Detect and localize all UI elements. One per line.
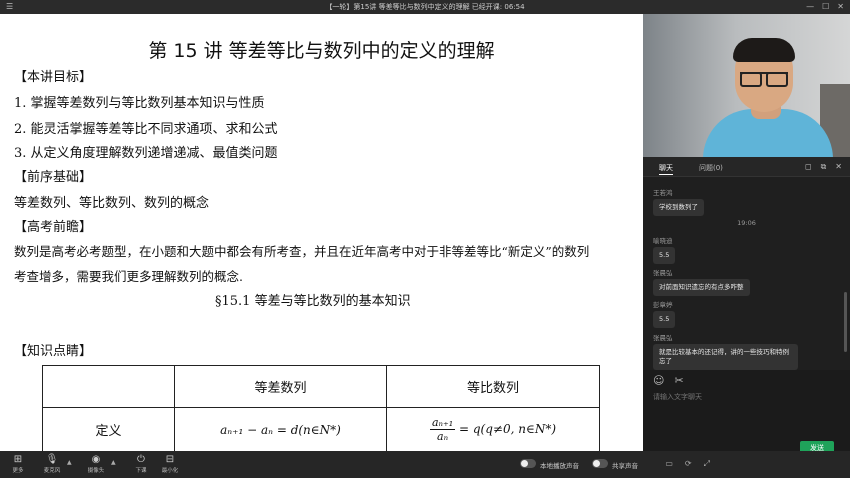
leave-button[interactable]: ⏻ 下课 bbox=[127, 454, 155, 474]
slide-title: 第 15 讲 等差等比与数列中的定义的理解 bbox=[148, 40, 495, 62]
objective-item: 3. 从定义角度理解数列递增递减、最值类问题 bbox=[14, 146, 278, 161]
more-button[interactable]: ⊞ 更多 bbox=[4, 454, 32, 474]
local-audio-toggle[interactable] bbox=[520, 459, 536, 468]
emoji-icon[interactable]: ☺ bbox=[653, 374, 664, 387]
grid-icon: ⊞ bbox=[13, 454, 23, 465]
chat-tabs: 聊天 问题(0) ◻ ⧉ ✕ bbox=[643, 157, 850, 177]
fraction-denominator: aₙ bbox=[437, 430, 449, 443]
message-bubble: 5.5 bbox=[653, 247, 676, 264]
message-bubble: 5.5 bbox=[653, 311, 676, 328]
minimize-label: 最小化 bbox=[161, 468, 179, 474]
message-sender: 张晨弘 bbox=[653, 269, 673, 277]
camera-button[interactable]: ◉ 摄像头 bbox=[82, 454, 110, 474]
minimize-icon: ⊟ bbox=[165, 454, 175, 465]
share-audio-label: 共享声音 bbox=[612, 462, 638, 470]
exam-text-line2: 考查增多，需要我们更多理解数列的概念. bbox=[14, 269, 243, 284]
scissors-icon[interactable]: ✂ bbox=[674, 374, 683, 387]
chat-input-area: ☺ ✂ 发送 bbox=[643, 370, 850, 455]
minimize-button[interactable]: ⊟ 最小化 bbox=[156, 454, 184, 474]
window-controls: — ☐ ✕ bbox=[806, 2, 844, 11]
minimize-window-icon[interactable]: — bbox=[806, 2, 814, 11]
mic-label: 麦克风 bbox=[43, 468, 61, 474]
message-bubble: 对前面知识遗忘的有点多咋整 bbox=[653, 279, 750, 296]
bottom-toolbar: ⊞ 更多 🎙 麦克风 ▲ ◉ 摄像头 ▲ ⏻ 下课 ⊟ 最小化 本地播放声音 共… bbox=[0, 451, 850, 478]
table-header-geometric: 等比数列 bbox=[386, 365, 600, 408]
message-sender: 王若鸿 bbox=[653, 189, 673, 197]
geometric-rest: = q(q≠0, n∈N*) bbox=[455, 422, 557, 436]
chat-scrollbar[interactable] bbox=[844, 292, 847, 352]
window-title: 【一轮】第15讲 等差等比与数列中定义的理解 已经开课: 06:54 bbox=[325, 3, 525, 11]
teacher-video bbox=[643, 14, 850, 157]
leave-label: 下课 bbox=[135, 468, 147, 474]
message-bubble: 就是比较基本的还记得，讲的一些技巧和特例忘了 bbox=[653, 344, 798, 370]
collapse-icon[interactable]: ▭ bbox=[665, 459, 673, 469]
teacher-hair bbox=[733, 38, 795, 62]
camera-icon: ◉ bbox=[91, 454, 101, 465]
tab-chat[interactable]: 聊天 bbox=[659, 163, 673, 175]
menu-icon[interactable]: ☰ bbox=[6, 3, 13, 11]
knowledge-table: 等差数列 等比数列 定义 aₙ₊₁ − aₙ = d(n∈N*) aₙ₊₁ aₙ… bbox=[42, 365, 600, 451]
exam-heading: 【高考前瞻】 bbox=[14, 220, 93, 235]
mic-button[interactable]: 🎙 麦克风 bbox=[38, 454, 66, 474]
window-titlebar: ☰ 【一轮】第15讲 等差等比与数列中定义的理解 已经开课: 06:54 — ☐… bbox=[0, 0, 850, 14]
shared-slide: 第 15 讲 等差等比与数列中的定义的理解 【本讲目标】 1. 掌握等差数列与等… bbox=[0, 14, 643, 451]
objectives-heading: 【本讲目标】 bbox=[14, 70, 93, 85]
geometric-fraction: aₙ₊₁ aₙ bbox=[429, 416, 456, 443]
chat-bubble-icon[interactable]: ◻ bbox=[805, 162, 812, 172]
close-chat-icon[interactable]: ✕ bbox=[835, 162, 842, 172]
mic-caret-icon[interactable]: ▲ bbox=[67, 459, 72, 466]
table-header-empty bbox=[42, 365, 175, 408]
toolbar-right-icons: ▭ ⟳ ⤢ bbox=[665, 459, 710, 469]
camera-caret-icon[interactable]: ▲ bbox=[111, 459, 116, 466]
time-separator: 19:06 bbox=[737, 219, 756, 227]
teacher-glasses bbox=[740, 72, 788, 87]
share-audio-toggle[interactable] bbox=[592, 459, 608, 468]
close-window-icon[interactable]: ✕ bbox=[837, 2, 844, 11]
message-bubble: 学校到数列了 bbox=[653, 199, 704, 216]
geometric-definition: aₙ₊₁ aₙ = q(q≠0, n∈N*) bbox=[386, 407, 600, 451]
prereq-heading: 【前序基础】 bbox=[14, 170, 93, 185]
tab-questions[interactable]: 问题(0) bbox=[699, 163, 723, 173]
knowledge-heading: 【知识点睛】 bbox=[14, 344, 93, 359]
message-sender: 张晨弘 bbox=[653, 334, 673, 342]
exam-text-line1: 数列是高考必考题型，在小题和大题中都会有所考查，并且在近年高考中对于非等差等比“… bbox=[14, 244, 590, 259]
objective-item: 2. 能灵活掌握等差等比不同求通项、求和公式 bbox=[14, 122, 278, 137]
chat-input[interactable] bbox=[653, 390, 833, 404]
local-audio-label: 本地播放声音 bbox=[540, 462, 579, 470]
microphone-icon: 🎙 bbox=[45, 454, 59, 465]
message-sender: 喻晓迪 bbox=[653, 237, 673, 245]
power-icon: ⏻ bbox=[137, 454, 145, 465]
objective-item: 1. 掌握等差数列与等比数列基本知识与性质 bbox=[14, 96, 265, 111]
more-label: 更多 bbox=[12, 468, 24, 474]
chat-tools: ☺ ✂ bbox=[653, 374, 684, 387]
arithmetic-definition: aₙ₊₁ − aₙ = d(n∈N*) bbox=[174, 407, 387, 451]
popout-icon[interactable]: ⧉ bbox=[821, 162, 827, 172]
maximize-window-icon[interactable]: ☐ bbox=[822, 2, 829, 11]
fullscreen-icon[interactable]: ⤢ bbox=[704, 459, 710, 469]
table-header-arithmetic: 等差数列 bbox=[174, 365, 387, 408]
table-row-label: 定义 bbox=[42, 407, 175, 451]
fraction-numerator: aₙ₊₁ bbox=[429, 416, 456, 430]
chat-messages[interactable]: 王若鸿 学校到数列了 19:06 喻晓迪 5.5 张晨弘 对前面知识遗忘的有点多… bbox=[643, 177, 850, 370]
section-title: §15.1 等差与等比数列的基本知识 bbox=[215, 294, 411, 309]
message-sender: 彭章婷 bbox=[653, 301, 673, 309]
chat-tab-icons: ◻ ⧉ ✕ bbox=[805, 162, 842, 172]
camera-label: 摄像头 bbox=[87, 468, 105, 474]
chat-panel: 聊天 问题(0) ◻ ⧉ ✕ 王若鸿 学校到数列了 19:06 喻晓迪 5.5 … bbox=[643, 157, 850, 455]
prereq-text: 等差数列、等比数列、数列的概念 bbox=[14, 196, 210, 211]
refresh-icon[interactable]: ⟳ bbox=[685, 459, 692, 469]
